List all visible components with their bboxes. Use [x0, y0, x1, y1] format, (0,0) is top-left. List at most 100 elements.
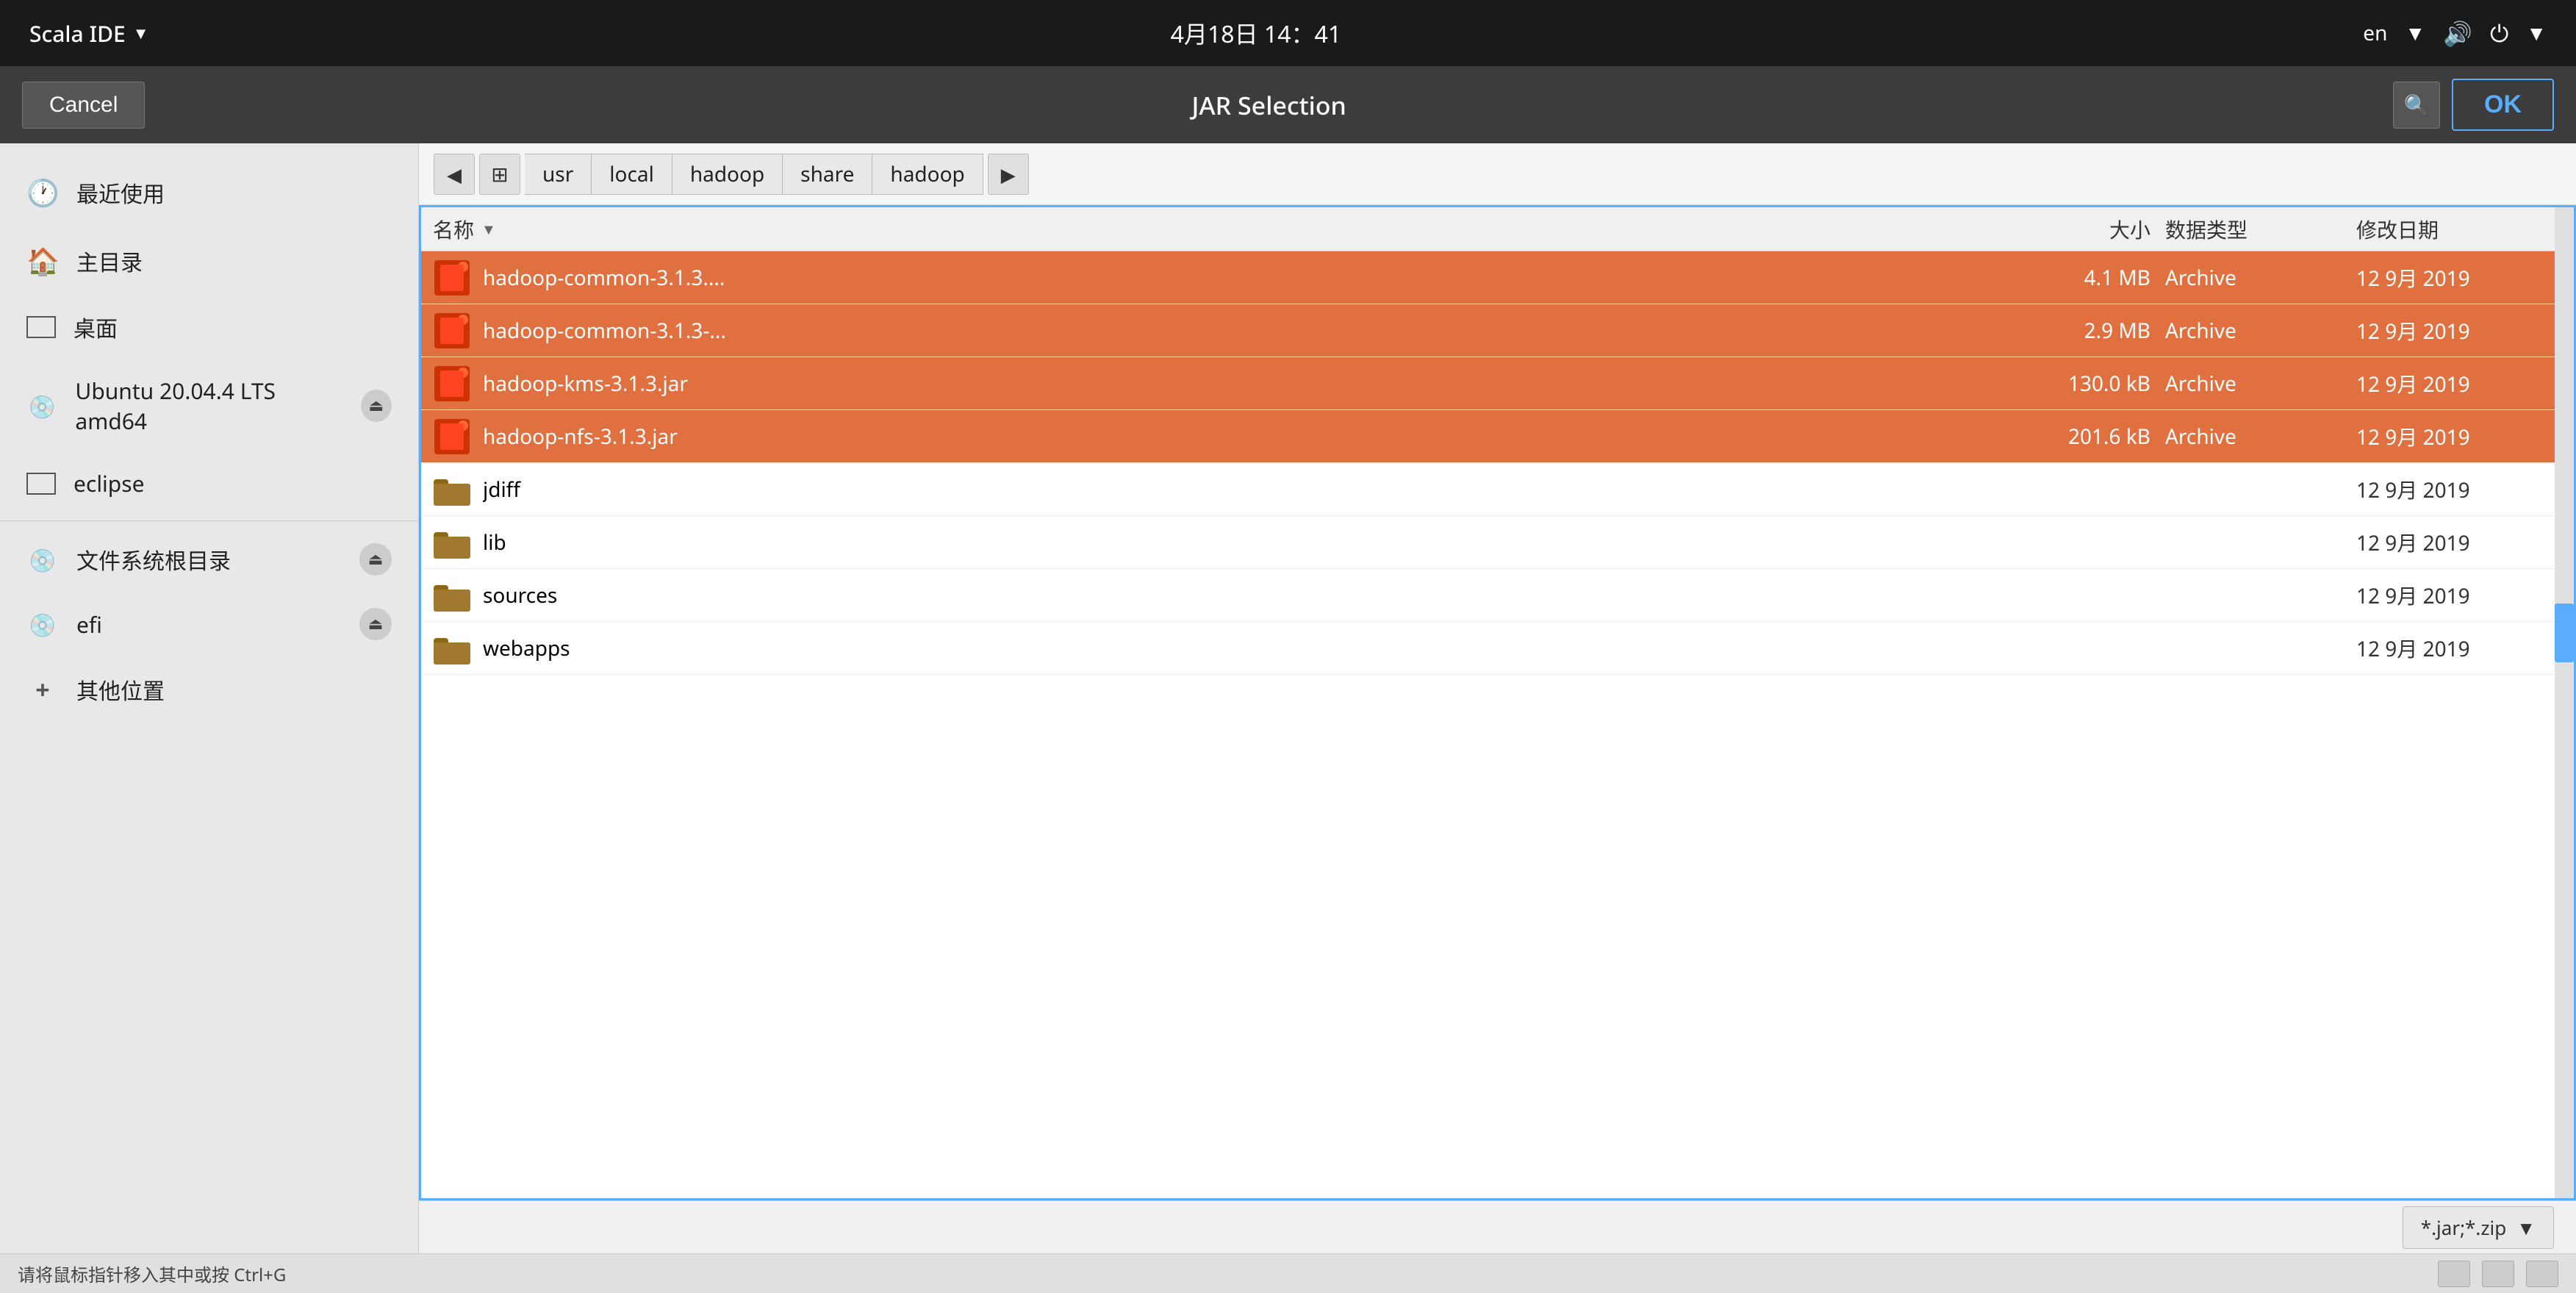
sidebar-label-other: 其他位置	[76, 673, 165, 706]
ok-button[interactable]: OK	[2452, 79, 2554, 131]
table-row[interactable]: sources12 9月 2019	[421, 569, 2574, 622]
system-bar: Scala IDE ▼ 4月18日 14：41 en ▼ 🔊 ⏻ ▼	[0, 0, 2576, 66]
jar-file-icon	[433, 365, 471, 403]
language-label[interactable]: en	[2363, 19, 2387, 47]
cancel-button[interactable]: Cancel	[22, 82, 145, 129]
table-row[interactable]: hadoop-kms-3.1.3.jar130.0 kBArchive12 9月…	[421, 357, 2574, 410]
clock-icon: 🕐	[26, 174, 59, 210]
file-date-cell: 12 9月 2019	[2356, 263, 2562, 293]
scrollbar-thumb[interactable]	[2555, 603, 2574, 662]
column-date-header[interactable]: 修改日期	[2356, 215, 2562, 244]
sidebar-divider	[0, 520, 418, 521]
drive-icon: 💿	[26, 391, 57, 421]
folder-icon	[433, 470, 471, 509]
datetime-label: 4月18日 14：41	[1171, 16, 1341, 50]
breadcrumb-hadoop2[interactable]: hadoop	[872, 154, 983, 195]
sidebar-label-efi: efi	[76, 609, 102, 640]
sidebar-label-desktop: 桌面	[73, 311, 118, 343]
desktop-icon	[26, 316, 56, 338]
sidebar-item-efi[interactable]: 💿 efi ⏏	[0, 592, 418, 656]
more-arrow-icon: ▶	[1001, 161, 1016, 187]
file-date-cell: 12 9月 2019	[2356, 634, 2562, 663]
sidebar: 🕐 最近使用 🏠 主目录 桌面 💿 Ubuntu 20.04.4 LTS amd…	[0, 143, 419, 1253]
breadcrumb-back-button[interactable]: ◀	[434, 154, 475, 195]
breadcrumb-usr[interactable]: usr	[525, 154, 592, 195]
file-date-cell: 12 9月 2019	[2356, 422, 2562, 451]
plus-icon: +	[26, 673, 59, 706]
breadcrumb-share[interactable]: share	[783, 154, 872, 195]
file-name-cell: hadoop-kms-3.1.3.jar	[483, 370, 2018, 398]
sidebar-item-desktop[interactable]: 桌面	[0, 295, 418, 359]
status-hint: 请将鼠标指针移入其中或按 Ctrl+G	[18, 1261, 286, 1287]
language-arrow-icon[interactable]: ▼	[2405, 19, 2425, 47]
file-name-cell: sources	[483, 581, 2018, 609]
table-row[interactable]: hadoop-common-3.1.3....4.1 MBArchive12 9…	[421, 251, 2574, 304]
search-icon: 🔍	[2404, 91, 2430, 119]
sidebar-label-recent: 最近使用	[76, 176, 165, 209]
sidebar-label-ubuntu: Ubuntu 20.04.4 LTS amd64	[75, 376, 342, 436]
app-name-label[interactable]: Scala IDE	[29, 18, 126, 49]
sidebar-item-home[interactable]: 🏠 主目录	[0, 226, 418, 295]
power-arrow-icon[interactable]: ▼	[2526, 19, 2547, 47]
column-size-header[interactable]: 大小	[2018, 215, 2165, 244]
status-btn-1[interactable]	[2438, 1261, 2470, 1287]
app-menu-arrow-icon[interactable]: ▼	[133, 22, 149, 44]
file-name-cell: hadoop-nfs-3.1.3.jar	[483, 423, 2018, 451]
eject-efi-button[interactable]: ⏏	[359, 608, 392, 640]
status-btn-2[interactable]	[2482, 1261, 2514, 1287]
file-name-cell: jdiff	[483, 476, 2018, 504]
file-size-cell: 201.6 kB	[2018, 423, 2165, 451]
table-row[interactable]: hadoop-nfs-3.1.3.jar201.6 kBArchive12 9月…	[421, 410, 2574, 463]
sidebar-label-eclipse: eclipse	[73, 468, 145, 498]
table-row[interactable]: lib 12 9月 2019	[421, 516, 2574, 569]
eject-ubuntu-button[interactable]: ⏏	[361, 390, 392, 422]
breadcrumb-more-button[interactable]: ▶	[988, 154, 1029, 195]
dialog-title: JAR Selection	[145, 88, 2393, 122]
power-icon[interactable]: ⏻	[2490, 18, 2508, 49]
sidebar-item-eclipse[interactable]: eclipse	[0, 452, 418, 515]
file-date-cell: 12 9月 2019	[2356, 528, 2562, 557]
sidebar-label-home: 主目录	[76, 245, 143, 277]
table-row[interactable]: hadoop-common-3.1.3-...2.9 MBArchive12 9…	[421, 304, 2574, 357]
file-date-cell: 12 9月 2019	[2356, 369, 2562, 398]
home-icon: 🏠	[26, 243, 59, 279]
file-size-cell: 4.1 MB	[2018, 264, 2165, 292]
file-date-cell: 12 9月 2019	[2356, 316, 2562, 345]
breadcrumb-bar: ◀ ⊞ usr local hadoop share hadoo	[419, 143, 2576, 205]
jar-selection-dialog: Cancel JAR Selection 🔍 OK 🕐 最近使用 🏠 主目录	[0, 66, 2576, 1293]
sidebar-item-recent[interactable]: 🕐 最近使用	[0, 158, 418, 226]
eject-fsroot-button[interactable]: ⏏	[359, 543, 392, 576]
main-content: ◀ ⊞ usr local hadoop share hadoo	[419, 143, 2576, 1253]
table-row[interactable]: webapps 12 9月 2019	[421, 622, 2574, 675]
breadcrumb-home-button[interactable]: ⊞	[479, 154, 520, 195]
system-bar-left: Scala IDE ▼	[29, 18, 149, 49]
sort-arrow-icon: ▼	[481, 219, 496, 239]
search-button[interactable]: 🔍	[2393, 82, 2440, 129]
filter-label: *.jar;*.zip	[2421, 1214, 2507, 1241]
sidebar-item-fsroot[interactable]: 💿 文件系统根目录 ⏏	[0, 527, 418, 592]
back-arrow-icon: ◀	[447, 161, 462, 187]
sidebar-item-other[interactable]: + 其他位置	[0, 656, 418, 723]
folder-icon	[433, 523, 471, 562]
sidebar-item-ubuntu[interactable]: 💿 Ubuntu 20.04.4 LTS amd64 ⏏	[0, 359, 418, 452]
jar-file-icon	[433, 312, 471, 350]
breadcrumb-hadoop1[interactable]: hadoop	[672, 154, 783, 195]
home-breadcrumb-icon: ⊞	[491, 160, 508, 188]
table-row[interactable]: jdiff12 9月 2019	[421, 463, 2574, 516]
status-btn-3[interactable]	[2526, 1261, 2558, 1287]
column-name-header[interactable]: 名称 ▼	[433, 215, 2018, 244]
file-name-cell: webapps	[483, 634, 2018, 662]
file-type-cell: Archive	[2165, 423, 2356, 451]
fsroot-icon: 💿	[26, 545, 59, 575]
volume-icon[interactable]: 🔊	[2443, 18, 2472, 49]
column-type-header[interactable]: 数据类型	[2165, 215, 2356, 244]
folder-eclipse-icon	[26, 473, 56, 495]
breadcrumb-local[interactable]: local	[592, 154, 672, 195]
status-bar: 请将鼠标指针移入其中或按 Ctrl+G	[0, 1253, 2576, 1293]
folder-icon	[433, 629, 471, 667]
scrollbar-track[interactable]	[2555, 207, 2574, 1198]
filter-dropdown[interactable]: *.jar;*.zip ▼	[2403, 1206, 2554, 1249]
file-name-cell: lib	[483, 529, 2018, 556]
file-size-cell: 130.0 kB	[2018, 370, 2165, 398]
folder-icon	[433, 576, 471, 615]
